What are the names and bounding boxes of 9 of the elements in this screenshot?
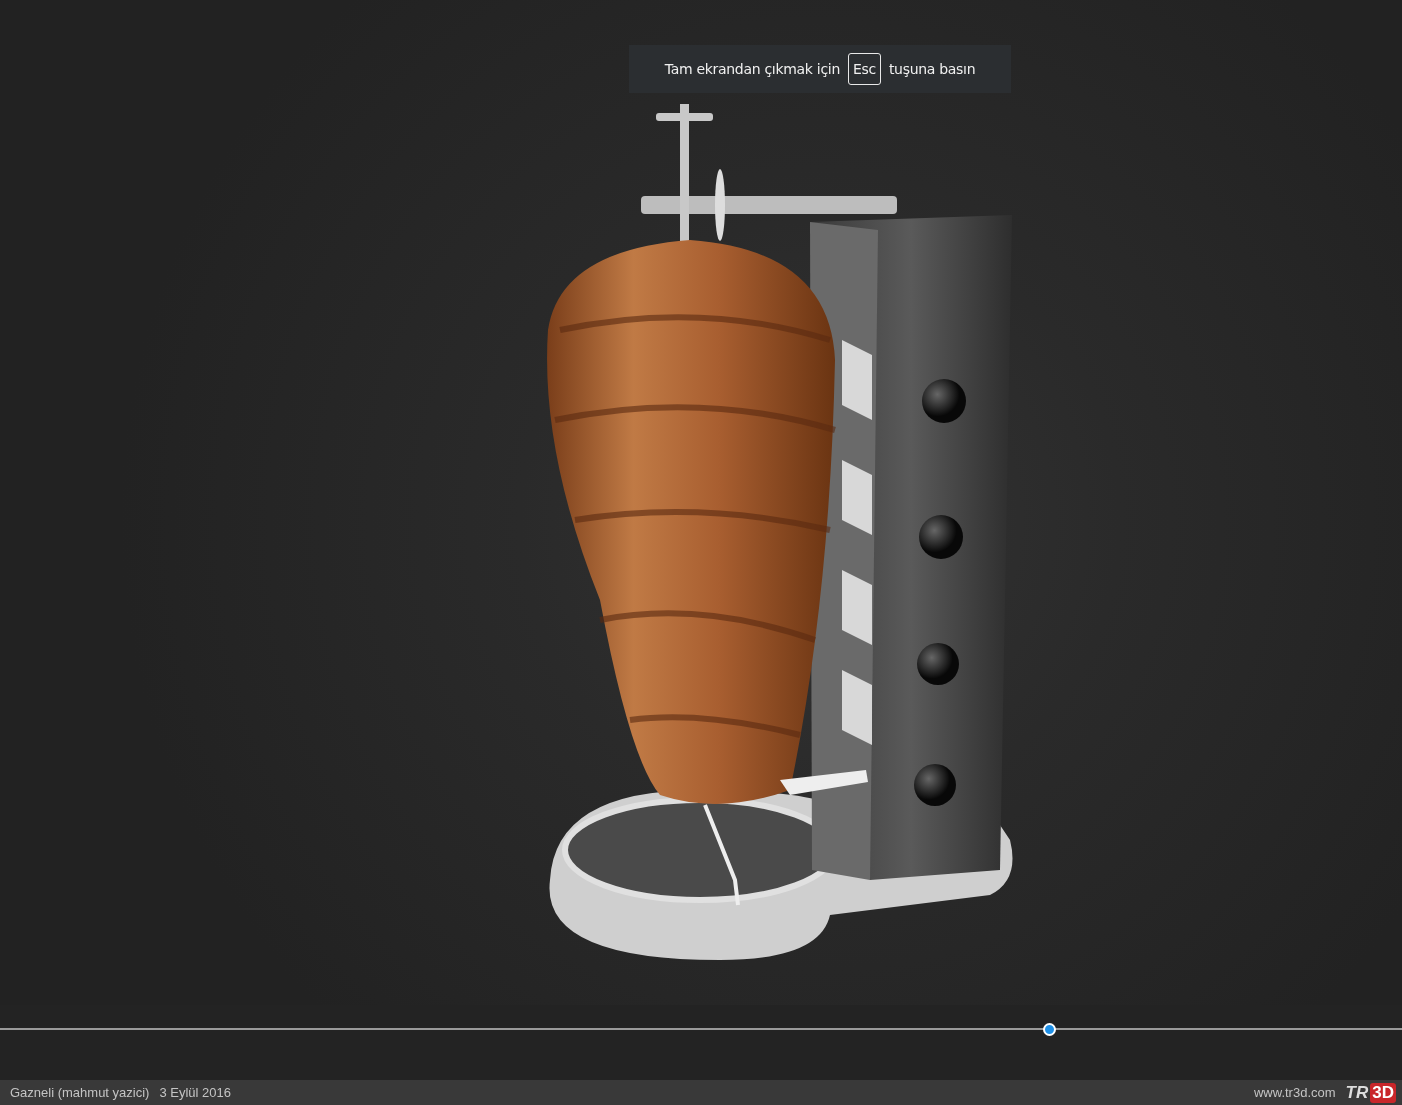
site-link[interactable]: www.tr3d.com [1253, 1085, 1336, 1100]
upload-date: 3 Eylül 2016 [159, 1085, 231, 1100]
author-credit: Gazneli (mahmut yazici) [10, 1085, 150, 1100]
logo-text: TR [1345, 1082, 1369, 1103]
esc-key: Esc [847, 53, 881, 85]
timeline-handle[interactable] [1042, 1023, 1056, 1036]
fullscreen-exit-hint: Tam ekrandan çıkmak için [664, 61, 840, 77]
fullscreen-exit-hint: tuşuna basın [888, 61, 976, 77]
logo-cube: 3D [1370, 1082, 1396, 1103]
